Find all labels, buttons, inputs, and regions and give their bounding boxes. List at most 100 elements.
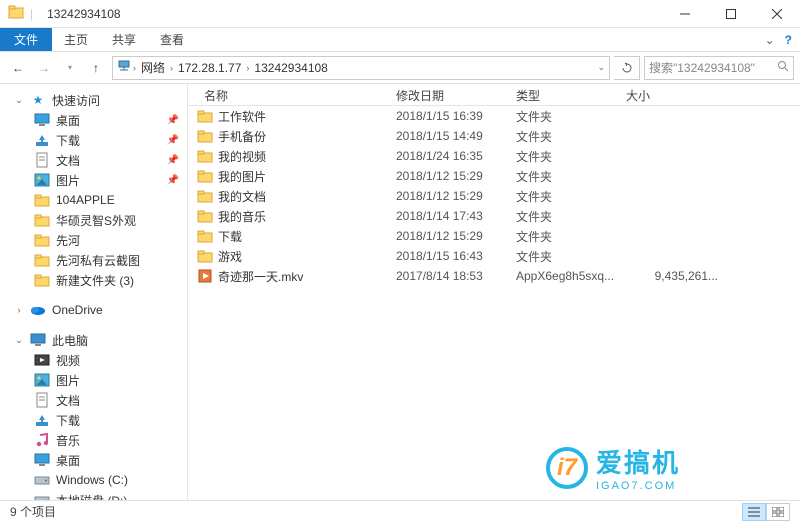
sidebar-quick-item[interactable]: 先河私有云截图 bbox=[0, 250, 187, 270]
desktop-icon bbox=[34, 112, 50, 128]
file-list-pane: 名称 修改日期 类型 大小 工作软件2018/1/15 16:39文件夹手机备份… bbox=[188, 84, 800, 502]
close-button[interactable] bbox=[754, 0, 800, 28]
sidebar-quick-item[interactable]: 下载📌 bbox=[0, 130, 187, 150]
qat-divider: | bbox=[30, 7, 33, 21]
ribbon-tab-view[interactable]: 查看 bbox=[148, 28, 196, 51]
file-name: 我的音乐 bbox=[218, 208, 396, 225]
ribbon-tab-share[interactable]: 共享 bbox=[100, 28, 148, 51]
breadcrumb-dropdown-icon[interactable]: ⌄ bbox=[597, 62, 605, 73]
folder-icon bbox=[196, 228, 214, 244]
sidebar-quick-item[interactable]: 图片📌 bbox=[0, 170, 187, 190]
file-name: 奇迹那一天.mkv bbox=[218, 268, 396, 285]
sidebar-pc-item[interactable]: 桌面 bbox=[0, 450, 187, 470]
documents-icon bbox=[34, 152, 50, 168]
expand-icon[interactable]: ⌄ bbox=[14, 335, 24, 346]
music-icon bbox=[34, 432, 50, 448]
sidebar-quick-item[interactable]: 华硕灵智S外观 bbox=[0, 210, 187, 230]
ribbon-tab-home[interactable]: 主页 bbox=[52, 28, 100, 51]
search-icon bbox=[777, 60, 789, 75]
file-row[interactable]: 游戏2018/1/15 16:43文件夹 bbox=[188, 246, 800, 266]
sidebar-quick-item[interactable]: 104APPLE bbox=[0, 190, 187, 210]
ribbon-expand-icon[interactable]: ⌄ bbox=[765, 33, 775, 47]
expand-icon[interactable]: › bbox=[14, 305, 24, 315]
file-row[interactable]: 工作软件2018/1/15 16:39文件夹 bbox=[188, 106, 800, 126]
onedrive-icon bbox=[30, 302, 46, 318]
sidebar-pc-item[interactable]: 文档 bbox=[0, 390, 187, 410]
star-icon: ★ bbox=[30, 92, 46, 108]
breadcrumb-seg-0[interactable]: 网络 bbox=[138, 59, 168, 76]
file-row[interactable]: 我的视频2018/1/24 16:35文件夹 bbox=[188, 146, 800, 166]
sidebar-quick-item[interactable]: 桌面📌 bbox=[0, 110, 187, 130]
folder-icon bbox=[196, 188, 214, 204]
address-bar-row: ← → ▾ ↑ › 网络 › 172.28.1.77 › 13242934108… bbox=[0, 52, 800, 84]
file-row[interactable]: 我的文档2018/1/12 15:29文件夹 bbox=[188, 186, 800, 206]
search-input[interactable]: 搜索"13242934108" bbox=[644, 56, 794, 80]
col-header-date[interactable]: 修改日期 bbox=[388, 84, 508, 105]
search-placeholder: 搜索"13242934108" bbox=[649, 59, 777, 76]
pin-icon: 📌 bbox=[167, 155, 179, 166]
file-type: 文件夹 bbox=[516, 108, 626, 125]
sidebar-quick-item[interactable]: 文档📌 bbox=[0, 150, 187, 170]
folder-icon bbox=[196, 208, 214, 224]
sidebar-pc-item[interactable]: 图片 bbox=[0, 370, 187, 390]
file-type: 文件夹 bbox=[516, 188, 626, 205]
sidebar-pc-item[interactable]: 音乐 bbox=[0, 430, 187, 450]
nav-sidebar: ⌄ ★ 快速访问 桌面📌下载📌文档📌图片📌104APPLE华硕灵智S外观先河先河… bbox=[0, 84, 188, 502]
status-item-count: 9 个项目 bbox=[10, 503, 56, 520]
file-name: 手机备份 bbox=[218, 128, 396, 145]
file-date: 2018/1/12 15:29 bbox=[396, 229, 516, 243]
file-date: 2018/1/15 16:43 bbox=[396, 249, 516, 263]
sidebar-pc-item[interactable]: 视频 bbox=[0, 350, 187, 370]
ribbon: 文件 主页 共享 查看 ⌄ ? bbox=[0, 28, 800, 52]
details-view-button[interactable] bbox=[742, 503, 766, 521]
sidebar-this-pc[interactable]: ⌄ 此电脑 bbox=[0, 330, 187, 350]
help-icon[interactable]: ? bbox=[785, 33, 792, 47]
file-name: 我的文档 bbox=[218, 188, 396, 205]
refresh-button[interactable] bbox=[614, 56, 640, 80]
ribbon-file-tab[interactable]: 文件 bbox=[0, 28, 52, 51]
expand-icon[interactable]: ⌄ bbox=[14, 95, 24, 106]
file-row[interactable]: 手机备份2018/1/15 14:49文件夹 bbox=[188, 126, 800, 146]
col-header-type[interactable]: 类型 bbox=[508, 84, 618, 105]
sidebar-quick-access[interactable]: ⌄ ★ 快速访问 bbox=[0, 90, 187, 110]
file-name: 我的视频 bbox=[218, 148, 396, 165]
folder-icon bbox=[34, 252, 50, 268]
breadcrumb-seg-2[interactable]: 13242934108 bbox=[251, 61, 330, 75]
icons-view-button[interactable] bbox=[766, 503, 790, 521]
chevron-right-icon[interactable]: › bbox=[170, 63, 173, 73]
pin-icon: 📌 bbox=[167, 115, 179, 126]
recent-dropdown[interactable]: ▾ bbox=[58, 56, 82, 80]
back-button[interactable]: ← bbox=[6, 56, 30, 80]
maximize-button[interactable] bbox=[708, 0, 754, 28]
folder-icon bbox=[196, 148, 214, 164]
forward-button[interactable]: → bbox=[32, 56, 56, 80]
chevron-right-icon[interactable]: › bbox=[246, 63, 249, 73]
explorer-body: ⌄ ★ 快速访问 桌面📌下载📌文档📌图片📌104APPLE华硕灵智S外观先河先河… bbox=[0, 84, 800, 502]
file-type: 文件夹 bbox=[516, 228, 626, 245]
sidebar-onedrive[interactable]: › OneDrive bbox=[0, 300, 187, 320]
up-button[interactable]: ↑ bbox=[84, 56, 108, 80]
column-headers: 名称 修改日期 类型 大小 bbox=[188, 84, 800, 106]
file-row[interactable]: 奇迹那一天.mkv2017/8/14 18:53AppX6eg8h5sxq...… bbox=[188, 266, 800, 286]
sidebar-quick-item[interactable]: 新建文件夹 (3) bbox=[0, 270, 187, 290]
chevron-right-icon[interactable]: › bbox=[133, 63, 136, 73]
sidebar-quick-item[interactable]: 先河 bbox=[0, 230, 187, 250]
folder-icon bbox=[34, 212, 50, 228]
status-bar: 9 个项目 bbox=[0, 500, 800, 522]
file-type: 文件夹 bbox=[516, 248, 626, 265]
titlebar-left: | 13242934108 bbox=[0, 4, 121, 23]
file-name: 我的图片 bbox=[218, 168, 396, 185]
folder-icon bbox=[34, 232, 50, 248]
minimize-button[interactable] bbox=[662, 0, 708, 28]
file-row[interactable]: 我的音乐2018/1/14 17:43文件夹 bbox=[188, 206, 800, 226]
breadcrumb[interactable]: › 网络 › 172.28.1.77 › 13242934108 ⌄ bbox=[112, 56, 610, 80]
breadcrumb-seg-1[interactable]: 172.28.1.77 bbox=[175, 61, 244, 75]
col-header-name[interactable]: 名称 bbox=[188, 84, 388, 105]
sidebar-pc-item[interactable]: Windows (C:) bbox=[0, 470, 187, 490]
drive-icon bbox=[34, 472, 50, 488]
file-size: 9,435,261... bbox=[626, 269, 726, 283]
file-row[interactable]: 下载2018/1/12 15:29文件夹 bbox=[188, 226, 800, 246]
col-header-size[interactable]: 大小 bbox=[618, 84, 718, 105]
file-row[interactable]: 我的图片2018/1/12 15:29文件夹 bbox=[188, 166, 800, 186]
sidebar-pc-item[interactable]: 下载 bbox=[0, 410, 187, 430]
